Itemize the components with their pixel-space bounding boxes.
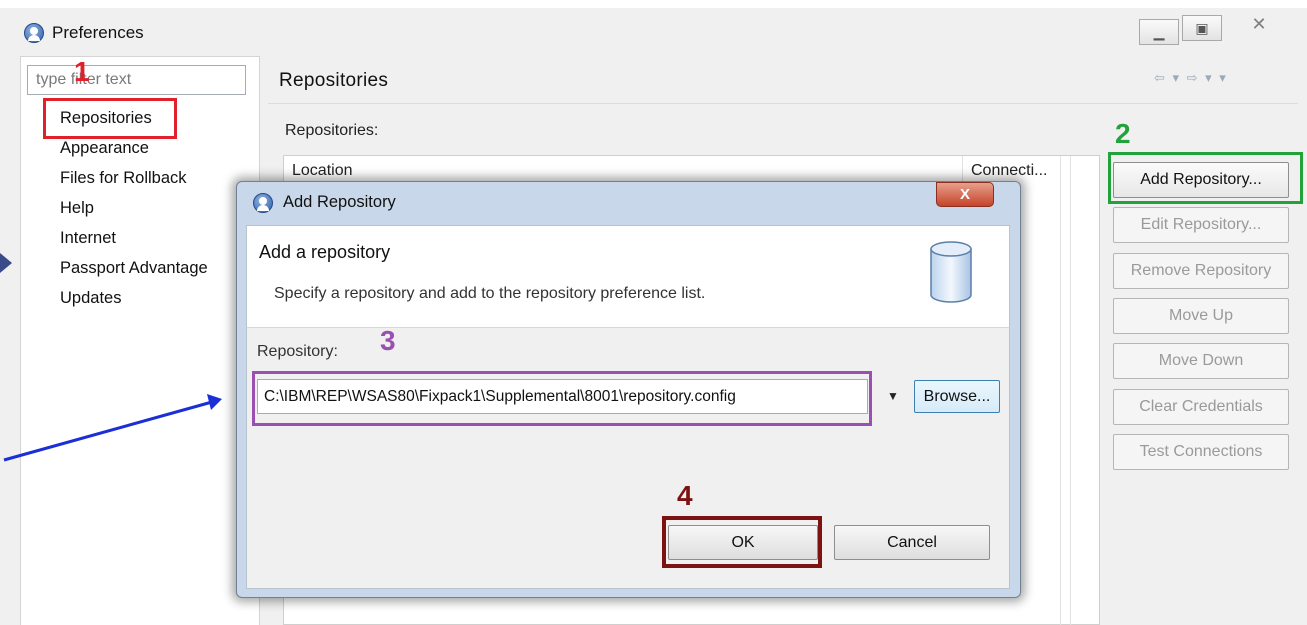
preferences-app-icon — [24, 23, 44, 43]
dialog-title: Add Repository — [283, 193, 396, 211]
annotation-step1-number: 1 — [74, 56, 90, 87]
annotation-box-step4 — [662, 516, 822, 568]
repository-cylinder-icon — [930, 241, 972, 303]
remove-repository-button[interactable]: Remove Repository — [1113, 253, 1289, 289]
maximize-icon[interactable]: ▣ — [1182, 15, 1222, 41]
nav-item-appearance[interactable]: Appearance — [60, 139, 149, 158]
annotation-step3-number: 3 — [380, 325, 396, 356]
dialog-app-icon — [253, 193, 273, 213]
edit-repository-button[interactable]: Edit Repository... — [1113, 207, 1289, 243]
dialog-close-icon[interactable]: X — [936, 182, 994, 207]
column-divider — [1060, 156, 1061, 625]
repository-label: Repository: — [257, 343, 338, 360]
annotation-box-step3 — [252, 371, 872, 426]
cancel-button[interactable]: Cancel — [834, 525, 990, 560]
annotation-step2-number: 2 — [1115, 118, 1131, 149]
test-connections-button[interactable]: Test Connections — [1113, 434, 1289, 470]
repositories-label: Repositories: — [285, 122, 379, 139]
browse-button[interactable]: Browse... — [914, 380, 1000, 413]
title-bar — [0, 8, 1307, 48]
move-down-button[interactable]: Move Down — [1113, 343, 1289, 379]
close-icon[interactable]: ✕ — [1228, 11, 1290, 37]
move-up-button[interactable]: Move Up — [1113, 298, 1289, 334]
nav-item-help[interactable]: Help — [60, 199, 94, 218]
page-title: Repositories — [279, 70, 389, 91]
dialog-heading: Add a repository — [259, 242, 391, 262]
title-separator — [268, 103, 1298, 104]
annotation-box-step1 — [43, 98, 177, 139]
column-divider — [1070, 156, 1071, 625]
minimize-icon[interactable]: ▁ — [1139, 19, 1179, 45]
dialog-description: Specify a repository and add to the repo… — [274, 285, 706, 302]
annotation-box-step2 — [1108, 152, 1303, 204]
annotation-step4-number: 4 — [677, 480, 693, 511]
nav-item-files-for-rollback[interactable]: Files for Rollback — [60, 169, 187, 188]
annotation-arrow — [0, 253, 222, 462]
dialog-header — [246, 225, 1010, 328]
history-navigation[interactable]: ⇦ ▾ ⇨ ▾ ▾ — [1154, 70, 1228, 86]
window-title: Preferences — [52, 23, 144, 42]
filter-input[interactable]: type filter text — [27, 65, 246, 95]
clear-credentials-button[interactable]: Clear Credentials — [1113, 389, 1289, 425]
dropdown-arrow-icon[interactable]: ▼ — [878, 380, 908, 412]
